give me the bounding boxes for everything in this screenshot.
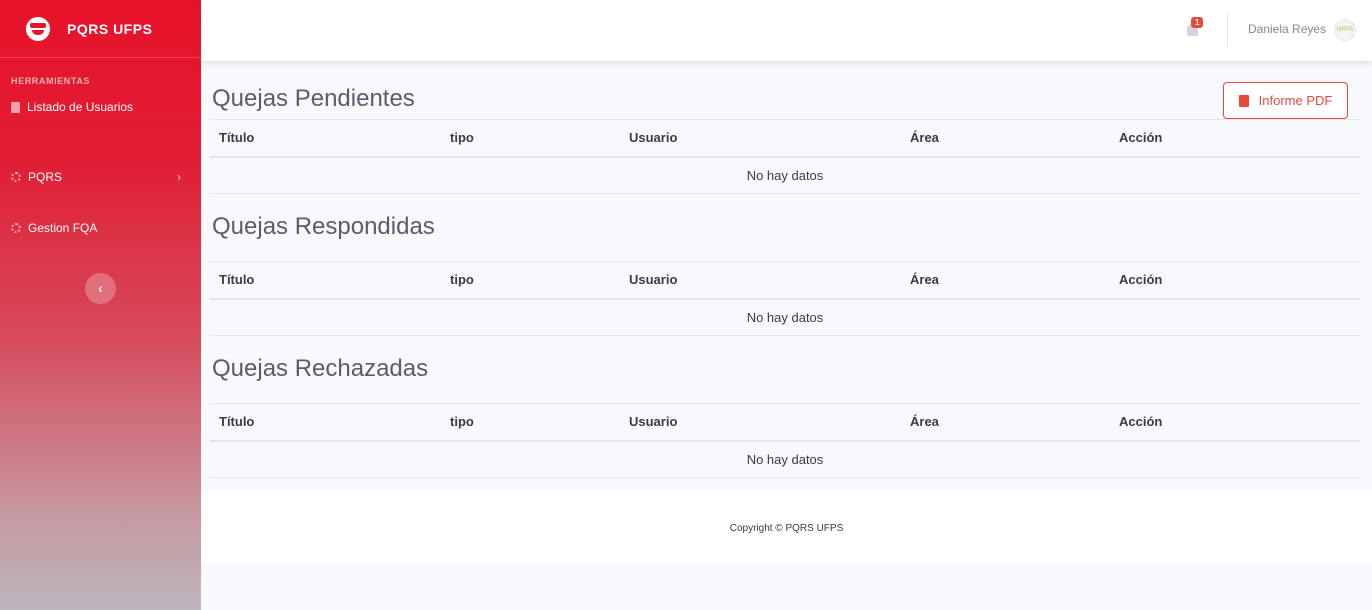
document-icon [11,101,20,113]
table-respondidas: Título tipo Usuario Área Acción No hay d… [210,261,1360,336]
cog-icon [11,172,21,182]
sidebar-item-gestion-fqa[interactable]: Gestion FQA [0,220,201,236]
table-pendientes: Título tipo Usuario Área Acción No hay d… [210,119,1360,194]
sidebar-item-listado-usuarios[interactable]: Listado de Usuarios [0,99,201,115]
cog-icon [11,223,21,233]
empty-row: No hay datos [210,156,1360,194]
sidebar: PQRS UFPS HERRAMIENTAS Listado de Usuari… [0,0,201,610]
chevron-right-icon: › [177,170,181,184]
sidebar-toggle-button[interactable]: ‹ [85,273,116,304]
column-header: Acción [1110,261,1360,300]
section-title-pendientes: Quejas Pendientes [212,85,415,112]
alerts-badge: 1 [1191,17,1204,28]
column-header: Título [210,261,441,300]
column-header: Título [210,403,441,442]
column-header: Acción [1110,119,1360,158]
user-name[interactable]: Daniela Reyes [1248,22,1326,36]
column-header: Título [210,119,441,158]
sidebar-item-pqrs[interactable]: PQRS › [0,169,201,185]
column-header: tipo [441,119,620,158]
column-header: Usuario [620,403,901,442]
column-header: tipo [441,403,620,442]
column-header: Acción [1110,403,1360,442]
column-header: Usuario [620,119,901,158]
empty-row: No hay datos [210,440,1360,478]
column-header: Área [901,119,1110,158]
informe-pdf-label: Informe PDF [1258,93,1333,108]
sidebar-heading: HERRAMIENTAS [11,76,91,86]
empty-row: No hay datos [210,298,1360,336]
section-title-respondidas: Quejas Respondidas [212,213,435,240]
informe-pdf-button[interactable]: Informe PDF [1223,82,1348,119]
topbar: 1 Daniela Reyes UFPS [201,0,1372,61]
sidebar-item-label: Listado de Usuarios [27,100,134,114]
pdf-file-icon [1238,94,1249,107]
column-header: tipo [441,261,620,300]
topbar-divider [1227,13,1228,47]
logo-icon [26,16,50,41]
column-header: Área [901,261,1110,300]
column-header: Usuario [620,261,901,300]
brand-link[interactable]: PQRS UFPS [0,0,201,58]
brand-text: PQRS UFPS [67,20,153,37]
footer: Copyright © PQRS UFPS [201,491,1372,562]
table-rechazadas: Título tipo Usuario Área Acción No hay d… [210,403,1360,478]
sidebar-item-label: PQRS [28,170,63,184]
avatar[interactable]: UFPS [1334,19,1356,41]
column-header: Área [901,403,1110,442]
section-title-rechazadas: Quejas Rechazadas [212,355,429,382]
sidebar-item-label: Gestion FQA [28,221,98,235]
copyright-text: Copyright © PQRS UFPS [729,523,844,534]
